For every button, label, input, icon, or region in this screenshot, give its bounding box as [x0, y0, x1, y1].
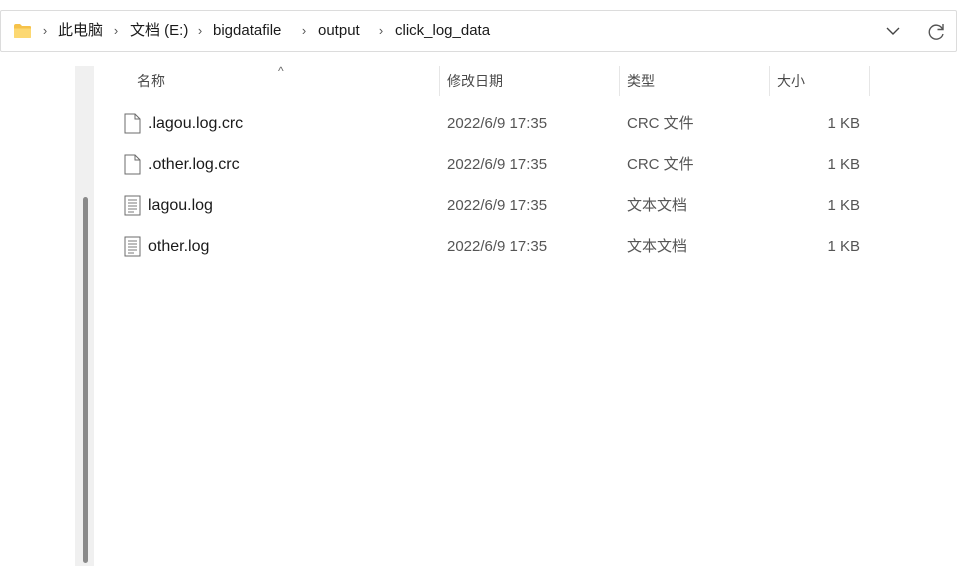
- column-divider[interactable]: [769, 66, 770, 96]
- file-name[interactable]: lagou.log: [148, 185, 213, 226]
- chevron-right-icon[interactable]: ›: [299, 11, 309, 51]
- file-row[interactable]: lagou.log 2022/6/9 17:35 文本文档 1 KB: [100, 185, 870, 226]
- chevron-right-icon[interactable]: ›: [40, 11, 50, 51]
- refresh-icon[interactable]: [925, 21, 947, 43]
- file-type: 文本文档: [627, 238, 688, 255]
- file-size: 1 KB: [827, 156, 860, 173]
- column-header-type[interactable]: 类型: [627, 62, 655, 100]
- file-size: 1 KB: [827, 197, 860, 214]
- file-size: 1 KB: [827, 238, 860, 255]
- column-divider[interactable]: [869, 66, 870, 96]
- chevron-down-icon[interactable]: [881, 21, 905, 41]
- file-type: CRC 文件: [627, 156, 694, 173]
- scrollbar-thumb[interactable]: [83, 197, 88, 563]
- file-type: 文本文档: [627, 197, 688, 214]
- chevron-right-icon[interactable]: ›: [195, 11, 205, 51]
- breadcrumb-this-pc[interactable]: 此电脑: [58, 11, 103, 51]
- column-divider[interactable]: [439, 66, 440, 96]
- blank-file-icon: [124, 113, 141, 134]
- text-file-icon: [124, 236, 141, 257]
- file-date: 2022/6/9 17:35: [447, 197, 548, 214]
- file-date: 2022/6/9 17:35: [447, 115, 548, 132]
- file-name[interactable]: other.log: [148, 226, 209, 267]
- file-row[interactable]: other.log 2022/6/9 17:35 文本文档 1 KB: [100, 226, 870, 267]
- file-type: CRC 文件: [627, 115, 694, 132]
- file-size: 1 KB: [827, 115, 860, 132]
- folder-icon: [14, 24, 31, 38]
- blank-file-icon: [124, 154, 141, 175]
- file-name[interactable]: .other.log.crc: [148, 144, 240, 185]
- chevron-right-icon[interactable]: ›: [111, 11, 121, 51]
- breadcrumb-output[interactable]: output: [318, 11, 360, 51]
- column-header-size[interactable]: 大小: [777, 62, 805, 100]
- sort-ascending-icon: ^: [278, 64, 284, 78]
- column-divider[interactable]: [619, 66, 620, 96]
- file-date: 2022/6/9 17:35: [447, 238, 548, 255]
- address-bar[interactable]: › 此电脑 › 文档 (E:) › bigdatafile › output ›…: [0, 10, 957, 52]
- column-header-name[interactable]: 名称: [137, 62, 165, 100]
- column-header-row: ^ 名称 修改日期 类型 大小: [0, 62, 959, 100]
- chevron-right-icon[interactable]: ›: [376, 11, 386, 51]
- file-date: 2022/6/9 17:35: [447, 156, 548, 173]
- text-file-icon: [124, 195, 141, 216]
- breadcrumb-click-log-data[interactable]: click_log_data: [395, 11, 490, 51]
- file-name[interactable]: .lagou.log.crc: [148, 103, 243, 144]
- breadcrumb-bigdatafile[interactable]: bigdatafile: [213, 11, 281, 51]
- column-header-date[interactable]: 修改日期: [447, 62, 503, 100]
- file-row[interactable]: .other.log.crc 2022/6/9 17:35 CRC 文件 1 K…: [100, 144, 870, 185]
- breadcrumb-drive-e[interactable]: 文档 (E:): [130, 11, 188, 51]
- file-row[interactable]: .lagou.log.crc 2022/6/9 17:35 CRC 文件 1 K…: [100, 103, 870, 144]
